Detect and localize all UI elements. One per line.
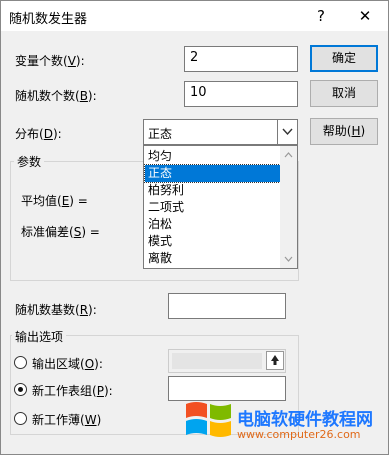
help-button[interactable]: 帮助(H) <box>310 118 378 145</box>
mean-label: 平均值(E) = <box>21 194 88 208</box>
cancel-button[interactable]: 取消 <box>310 80 378 107</box>
distribution-selected-value: 正态 <box>148 127 173 141</box>
distribution-option[interactable]: 均匀 <box>145 148 280 165</box>
chevron-down-icon[interactable] <box>277 120 297 144</box>
distribution-option[interactable]: 柏努利 <box>145 182 280 199</box>
ok-button[interactable]: 确定 <box>310 45 378 72</box>
scroll-down-icon <box>284 256 293 262</box>
range-selector-icon[interactable] <box>266 351 284 370</box>
random-count-label: 随机数个数(B): <box>15 89 97 103</box>
seed-input[interactable] <box>168 293 286 319</box>
watermark-url: www.computer26.com <box>237 428 361 441</box>
watermark-title: 电脑软硬件教程网 <box>237 410 373 430</box>
dialog-title: 随机数发生器 <box>9 12 88 27</box>
help-title-button[interactable]: ? <box>311 6 331 26</box>
distribution-label: 分布(D): <box>15 127 62 141</box>
close-button[interactable]: ✕ <box>355 6 375 26</box>
random-number-generator-dialog: 随机数发生器 ? ✕ 变量个数(V): 2 随机数个数(B): 10 确定 取消… <box>0 0 389 455</box>
new-sheet-radio[interactable] <box>14 383 27 396</box>
windows-logo-icon <box>184 398 234 442</box>
dropdown-scrollbar[interactable] <box>280 146 297 268</box>
distribution-option-selected[interactable]: 正态 <box>144 164 281 183</box>
output-title: 输出选项 <box>12 328 67 345</box>
stddev-label: 标准偏差(S) = <box>21 225 100 239</box>
new-workbook-label: 新工作薄(W) <box>32 413 102 427</box>
seed-label: 随机数基数(R): <box>15 303 97 317</box>
variable-count-input[interactable]: 2 <box>184 46 298 72</box>
variable-count-label: 变量个数(V): <box>15 54 85 68</box>
parameters-title: 参数 <box>14 153 45 170</box>
distribution-option[interactable]: 泊松 <box>145 216 280 233</box>
title-bar: 随机数发生器 ? ✕ <box>1 1 388 31</box>
new-workbook-radio[interactable] <box>14 412 27 425</box>
random-count-input[interactable]: 10 <box>184 81 298 107</box>
output-range-radio[interactable] <box>14 356 27 369</box>
distribution-option[interactable]: 模式 <box>145 233 280 250</box>
distribution-option[interactable]: 离散 <box>145 250 280 267</box>
scroll-up-icon <box>284 152 293 158</box>
distribution-option[interactable]: 二项式 <box>145 199 280 216</box>
distribution-dropdown-list: 均匀 正态 柏努利 二项式 泊松 模式 离散 <box>143 145 298 269</box>
output-range-label: 输出区域(O): <box>32 357 103 371</box>
distribution-select[interactable]: 正态 <box>143 119 298 145</box>
new-sheet-label: 新工作表组(P): <box>32 384 113 398</box>
